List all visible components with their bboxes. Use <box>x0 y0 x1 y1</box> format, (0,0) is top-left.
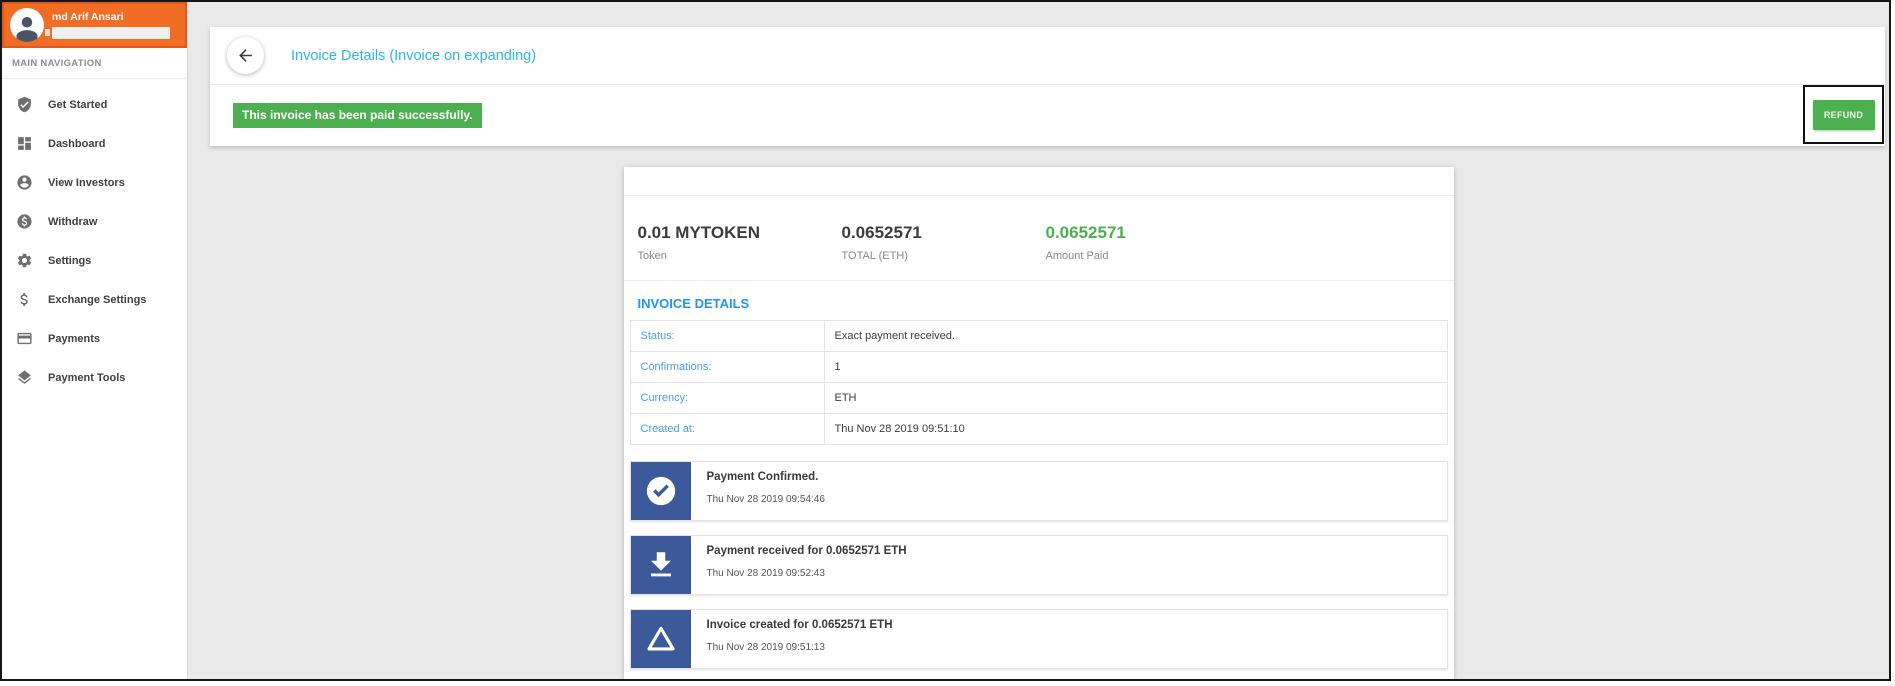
timeline-item-confirmed: Payment Confirmed. Thu Nov 28 2019 09:54… <box>629 461 1448 521</box>
nav-section-label: MAIN NAVIGATION <box>2 48 187 79</box>
table-row: Status: Exact payment received. <box>629 320 1448 352</box>
main-navigation: Get Started Dashboard View Investors Wit… <box>2 79 187 397</box>
detail-value: 1 <box>823 351 1448 383</box>
triangle-icon <box>630 610 691 668</box>
paid-success-banner: This invoice has been paid successfully. <box>233 103 482 128</box>
table-row: Confirmations: 1 <box>629 351 1448 383</box>
person-circle-icon <box>17 175 32 190</box>
shield-check-icon <box>18 96 31 113</box>
detail-label: Status: <box>629 320 825 352</box>
detail-value: Thu Nov 28 2019 09:51:10 <box>823 413 1448 445</box>
page-title: Invoice Details (Invoice on expanding) <box>291 47 537 64</box>
check-circle-icon <box>630 462 691 520</box>
back-button[interactable] <box>227 37 264 74</box>
credit-card-icon <box>17 332 32 345</box>
sidebar-item-label: Exchange Settings <box>48 293 147 306</box>
summary-token: 0.01 MYTOKEN Token <box>638 223 842 262</box>
detail-label: Confirmations: <box>629 351 825 383</box>
timeline-timestamp: Thu Nov 28 2019 09:52:43 <box>706 568 825 579</box>
sidebar-item-payment-tools[interactable]: Payment Tools <box>2 358 187 397</box>
timeline-timestamp: Thu Nov 28 2019 09:51:13 <box>706 642 825 653</box>
invoice-card: 0.01 MYTOKEN Token 0.0652571 TOTAL (ETH)… <box>623 167 1454 679</box>
sidebar-item-label: Withdraw <box>48 215 98 228</box>
sidebar-item-label: Dashboard <box>48 137 106 150</box>
sidebar-item-get-started[interactable]: Get Started <box>2 85 187 124</box>
user-email-redacted <box>45 27 170 39</box>
user-name: md Arif Ansari <box>52 11 124 23</box>
amount-paid-label: Amount Paid <box>1045 250 1109 262</box>
summary-amount-paid: 0.0652571 Amount Paid <box>1046 223 1250 262</box>
sidebar-item-label: View Investors <box>48 176 125 189</box>
sidebar-item-dashboard[interactable]: Dashboard <box>2 124 187 163</box>
sidebar-item-withdraw[interactable]: Withdraw <box>2 202 187 241</box>
sidebar-item-label: Payments <box>48 332 100 345</box>
dollar-circle-icon <box>17 214 32 229</box>
refund-annotation-box: REFUND <box>1803 85 1884 144</box>
avatar <box>10 8 44 42</box>
total-eth-amount: 0.0652571 <box>841 223 922 242</box>
refund-button[interactable]: REFUND <box>1812 99 1875 130</box>
screenshot-frame: md Arif Ansari MAIN NAVIGATION Get Start… <box>0 0 1891 681</box>
user-profile[interactable]: md Arif Ansari <box>2 2 187 48</box>
page-header-card: Invoice Details (Invoice on expanding) T… <box>210 27 1885 146</box>
amount-paid-value: 0.0652571 <box>1045 223 1126 242</box>
timeline-timestamp: Thu Nov 28 2019 09:54:46 <box>706 494 825 505</box>
sidebar: md Arif Ansari MAIN NAVIGATION Get Start… <box>2 2 188 679</box>
download-icon <box>630 536 691 594</box>
sidebar-item-view-investors[interactable]: View Investors <box>2 163 187 202</box>
detail-label: Currency: <box>629 382 825 414</box>
detail-label: Created at: <box>629 413 825 445</box>
detail-value: ETH <box>823 382 1448 414</box>
person-icon <box>16 17 38 42</box>
timeline-item-payment-received: Payment received for 0.0652571 ETH Thu N… <box>629 535 1448 595</box>
arrow-back-icon <box>239 49 252 62</box>
dollar-sign-icon <box>20 293 28 306</box>
token-label: Token <box>637 250 667 262</box>
sidebar-item-payments[interactable]: Payments <box>2 319 187 358</box>
sidebar-item-exchange-settings[interactable]: Exchange Settings <box>2 280 187 319</box>
dashboard-grid-icon <box>18 137 31 150</box>
timeline-item-invoice-created: Invoice created for 0.0652571 ETH Thu No… <box>629 609 1448 669</box>
sidebar-item-label: Settings <box>48 254 92 267</box>
timeline-title: Invoice created for 0.0652571 ETH <box>706 619 893 631</box>
table-row: Currency: ETH <box>629 382 1448 414</box>
sidebar-item-settings[interactable]: Settings <box>2 241 187 280</box>
sidebar-item-label: Get Started <box>48 98 108 111</box>
sidebar-item-label: Payment Tools <box>48 371 126 384</box>
timeline-title: Payment received for 0.0652571 ETH <box>706 545 907 557</box>
invoice-details-table: Status: Exact payment received. Confirma… <box>629 320 1448 445</box>
invoice-details-heading: INVOICE DETAILS <box>637 296 750 311</box>
timeline-title: Payment Confirmed. <box>706 471 819 483</box>
invoice-card-header-strip <box>623 167 1454 196</box>
token-amount: 0.01 MYTOKEN <box>637 223 761 242</box>
main-content: Invoice Details (Invoice on expanding) T… <box>188 2 1889 679</box>
summary-total: 0.0652571 TOTAL (ETH) <box>842 223 1046 262</box>
detail-value: Exact payment received. <box>823 320 1448 352</box>
invoice-timeline: Payment Confirmed. Thu Nov 28 2019 09:54… <box>629 461 1448 669</box>
total-eth-label: TOTAL (ETH) <box>841 250 908 262</box>
invoice-summary: 0.01 MYTOKEN Token 0.0652571 TOTAL (ETH)… <box>623 196 1454 281</box>
gear-icon <box>17 253 32 268</box>
table-row: Created at: Thu Nov 28 2019 09:51:10 <box>629 413 1448 445</box>
layers-icon <box>18 370 31 384</box>
